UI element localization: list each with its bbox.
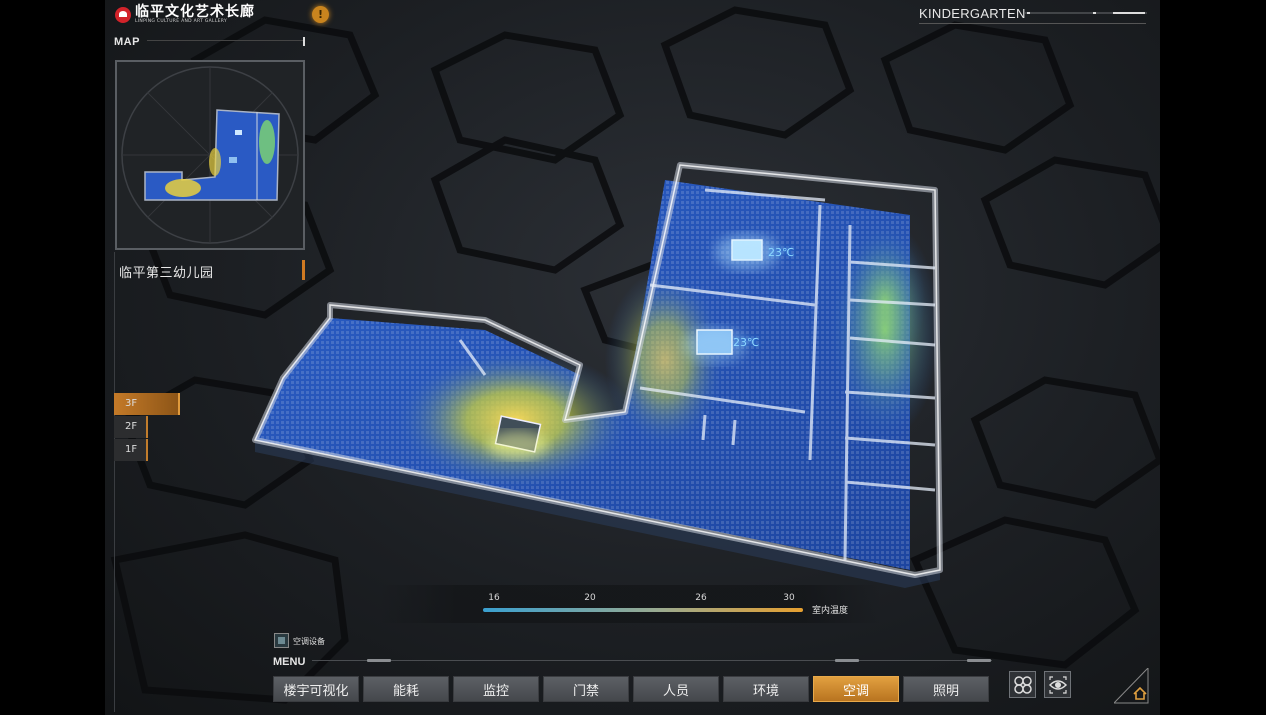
legend-tick: 20 [584, 593, 596, 603]
menu-section-title: MENU [273, 656, 306, 668]
legend-tick: 30 [783, 593, 795, 603]
minimap[interactable] [115, 60, 305, 250]
menu-line-highlight [367, 659, 391, 662]
legend-tick: 16 [488, 593, 500, 603]
menu-line-highlight [835, 659, 859, 662]
menu-item-air-conditioning[interactable]: 空调 [813, 676, 899, 702]
logo-emblem-icon [115, 6, 131, 23]
gallery-logo[interactable]: 临平文化艺术长廊 LINPING CULTURE AND ART GALLERY [115, 5, 255, 25]
menu-item-lighting[interactable]: 照明 [903, 676, 989, 702]
temp-readout-1: 23℃ [768, 246, 795, 259]
temperature-legend [380, 585, 880, 623]
page-title-underline [919, 23, 1146, 24]
menu-item-building-visualization[interactable]: 楼宇可视化 [273, 676, 359, 702]
menu-item-energy[interactable]: 能耗 [363, 676, 449, 702]
home-icon[interactable] [1114, 668, 1150, 704]
grid-view-button[interactable] [1009, 671, 1036, 698]
eye-view-icon [1048, 675, 1067, 694]
temperature-gradient-bar [483, 608, 803, 612]
building-name-marker [302, 260, 305, 280]
ac-device-label: 空调设备 [293, 637, 325, 646]
legend-tick: 26 [695, 593, 707, 603]
menu-title-line [312, 660, 992, 661]
grid-view-icon [1013, 675, 1032, 694]
menu-item-surveillance[interactable]: 监控 [453, 676, 539, 702]
legend-unit-label: 室内温度 [812, 606, 849, 616]
building-3d-model[interactable] [252, 162, 943, 588]
temp-readout-2: 23℃ [733, 336, 760, 349]
menu-item-environment[interactable]: 环境 [723, 676, 809, 702]
app-stage: 23℃ 23℃ 临平文化艺术长廊 LINPING CULTURE AND ART… [105, 0, 1160, 715]
minimap-drawing [121, 66, 299, 244]
alert-icon[interactable]: ! [312, 6, 329, 23]
menu-bar: 楼宇可视化 能耗 监控 门禁 人员 环境 空调 照明 [273, 676, 989, 702]
building-name: 临平第三幼儿园 [119, 266, 214, 281]
menu-item-access-control[interactable]: 门禁 [543, 676, 629, 702]
map-section-title: MAP [114, 36, 140, 48]
map-title-marker [303, 37, 305, 46]
page-title-decoration [1025, 12, 1147, 14]
menu-item-personnel[interactable]: 人员 [633, 676, 719, 702]
ac-device-icon[interactable] [274, 633, 289, 648]
logo-subtitle: LINPING CULTURE AND ART GALLERY [135, 19, 227, 24]
floor-button-3f[interactable]: 3F [114, 393, 180, 415]
logo-title: 临平文化艺术长廊 [135, 4, 255, 20]
eye-view-button[interactable] [1044, 671, 1071, 698]
map-title-line [147, 40, 304, 41]
panel-divider [114, 252, 115, 712]
floor-button-2f[interactable]: 2F [114, 416, 148, 438]
floor-button-1f[interactable]: 1F [114, 439, 148, 461]
menu-line-highlight [967, 659, 991, 662]
page-title: KINDERGARTEN [919, 6, 1026, 21]
